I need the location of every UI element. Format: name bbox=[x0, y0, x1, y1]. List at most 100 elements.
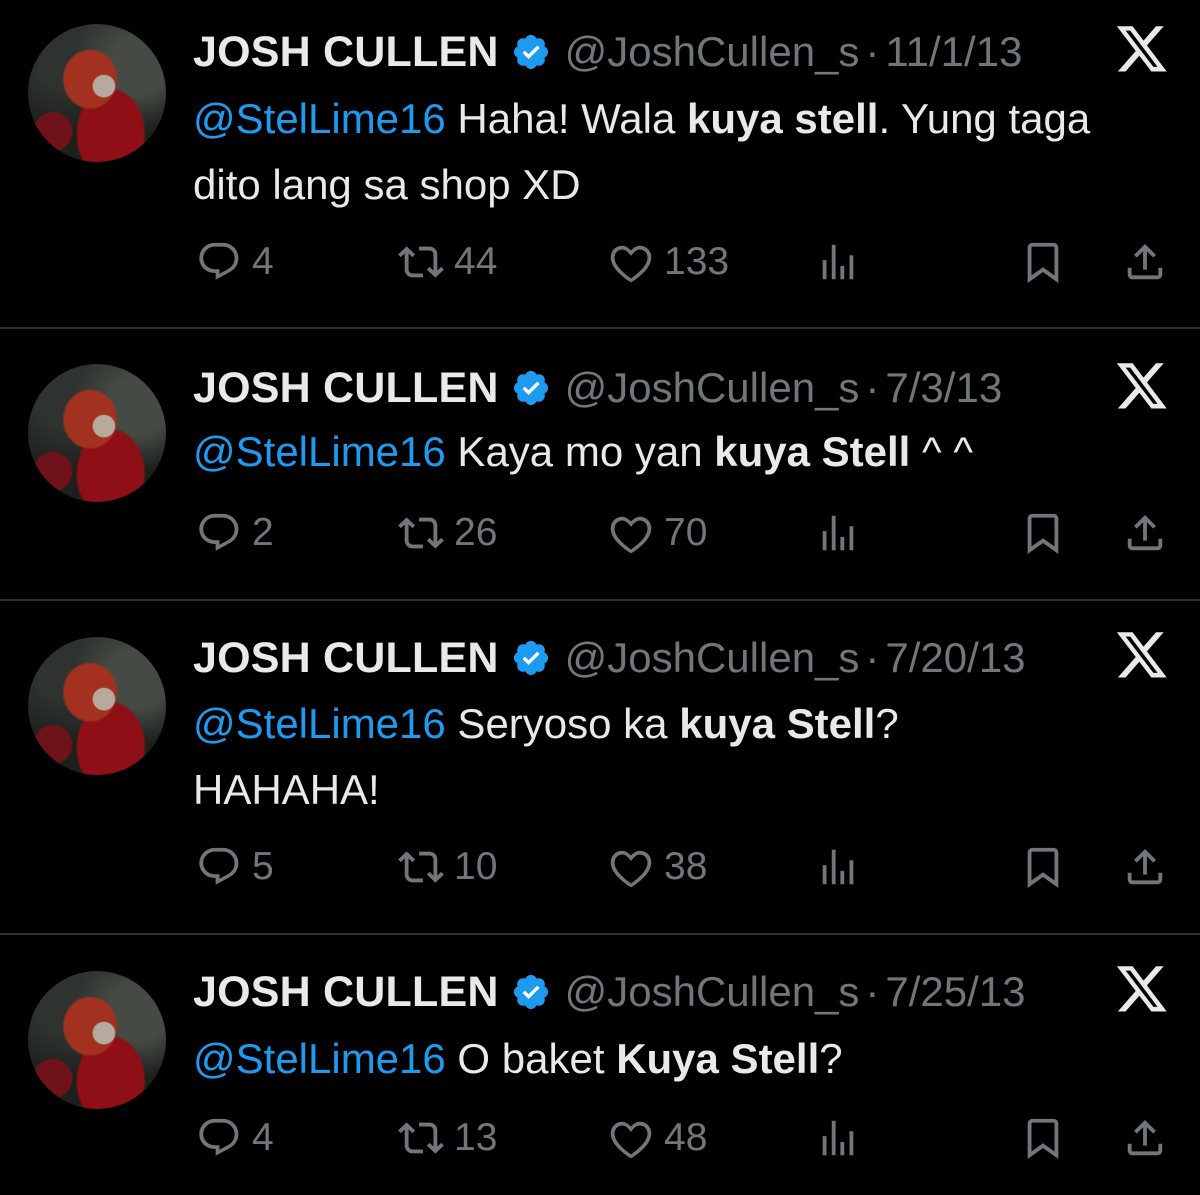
x-logo-icon bbox=[1116, 363, 1167, 409]
tweet-actions: 4 13 48 bbox=[0, 1108, 1200, 1168]
tweet-3[interactable]: JOSH CULLEN @JoshCullen_s · 7/20/13 @Ste… bbox=[0, 601, 1200, 934]
views-button[interactable] bbox=[815, 503, 861, 563]
tweet-text: @StelLime16 Seryoso ka kuya Stell? HAHAH… bbox=[193, 691, 1033, 823]
verified-badge-icon bbox=[513, 370, 548, 406]
tweet-actions: 5 10 38 bbox=[0, 837, 1200, 897]
reply-button[interactable]: 5 bbox=[196, 837, 274, 897]
share-icon bbox=[1127, 1119, 1163, 1156]
tweet-date[interactable]: 7/3/13 bbox=[885, 364, 1002, 412]
mention-link[interactable]: @StelLime16 bbox=[193, 700, 446, 747]
tweet-feed: JOSH CULLEN @JoshCullen_s · 11/1/13 @Ste… bbox=[0, 0, 1200, 1195]
tweet-text-bold: Kuya Stell bbox=[616, 1035, 820, 1082]
x-logo-icon bbox=[1116, 26, 1167, 72]
avatar[interactable] bbox=[28, 24, 166, 162]
separator-dot: · bbox=[865, 28, 880, 75]
views-icon bbox=[822, 1120, 854, 1156]
user-handle[interactable]: @JoshCullen_s bbox=[565, 968, 860, 1016]
tweet-text-part: ? bbox=[819, 1035, 843, 1082]
tweet-date[interactable]: 7/25/13 bbox=[885, 968, 1025, 1016]
retweet-button[interactable]: 10 bbox=[398, 837, 497, 897]
tweet-text: @StelLime16 Haha! Wala kuya stell. Yung … bbox=[193, 86, 1113, 218]
like-count: 48 bbox=[664, 1116, 708, 1159]
separator-dot: · bbox=[865, 364, 880, 411]
verified-badge-icon bbox=[513, 640, 548, 676]
tweet-text-bold: kuya stell bbox=[686, 95, 879, 142]
display-name[interactable]: JOSH CULLEN bbox=[193, 634, 499, 683]
bookmark-button[interactable] bbox=[1020, 232, 1066, 292]
like-icon bbox=[610, 516, 652, 554]
retweet-button[interactable]: 26 bbox=[398, 503, 497, 563]
tweet-actions: 2 26 70 bbox=[0, 503, 1200, 563]
tweet-text-part: Kaya mo yan bbox=[445, 428, 715, 475]
retweet-count: 44 bbox=[454, 240, 498, 283]
share-button[interactable] bbox=[1122, 837, 1168, 897]
like-button[interactable]: 48 bbox=[608, 1108, 707, 1168]
share-icon bbox=[1127, 848, 1163, 885]
tweet-header: JOSH CULLEN @JoshCullen_s · 11/1/13 bbox=[193, 22, 1022, 82]
mention-link[interactable]: @StelLime16 bbox=[193, 95, 446, 142]
share-icon bbox=[1127, 243, 1163, 280]
verified-badge-icon bbox=[513, 34, 548, 70]
bookmark-button[interactable] bbox=[1020, 503, 1066, 563]
retweet-icon bbox=[398, 851, 444, 883]
tweet-text-bold: kuya Stell bbox=[714, 428, 911, 475]
like-button[interactable]: 38 bbox=[608, 837, 707, 897]
bookmark-icon bbox=[1027, 1118, 1059, 1159]
bookmark-button[interactable] bbox=[1020, 1108, 1066, 1168]
display-name[interactable]: JOSH CULLEN bbox=[193, 28, 499, 77]
like-icon bbox=[610, 1121, 652, 1159]
views-button[interactable] bbox=[815, 837, 861, 897]
tweet-1[interactable]: JOSH CULLEN @JoshCullen_s · 11/1/13 @Ste… bbox=[0, 0, 1200, 328]
user-handle[interactable]: @JoshCullen_s bbox=[565, 28, 860, 76]
bookmark-icon bbox=[1027, 242, 1059, 283]
avatar[interactable] bbox=[28, 364, 166, 502]
reply-count: 2 bbox=[252, 511, 274, 554]
share-button[interactable] bbox=[1122, 1108, 1168, 1168]
retweet-button[interactable]: 44 bbox=[398, 232, 497, 292]
tweet-text-part: ^ ^ bbox=[910, 428, 974, 475]
retweet-icon bbox=[398, 517, 444, 549]
separator-dot: · bbox=[865, 634, 880, 681]
reply-count: 4 bbox=[252, 240, 274, 283]
share-button[interactable] bbox=[1122, 503, 1168, 563]
retweet-button[interactable]: 13 bbox=[398, 1108, 497, 1168]
like-button[interactable]: 133 bbox=[608, 232, 729, 292]
display-name[interactable]: JOSH CULLEN bbox=[193, 364, 499, 413]
display-name[interactable]: JOSH CULLEN bbox=[193, 968, 499, 1017]
avatar[interactable] bbox=[28, 637, 166, 775]
mention-link[interactable]: @StelLime16 bbox=[193, 428, 446, 475]
reply-button[interactable]: 2 bbox=[196, 503, 274, 563]
mention-link[interactable]: @StelLime16 bbox=[193, 1035, 446, 1082]
like-count: 38 bbox=[664, 845, 708, 888]
tweet-text-part: O baket bbox=[445, 1035, 617, 1082]
tweet-header: JOSH CULLEN @JoshCullen_s · 7/25/13 bbox=[193, 962, 1026, 1022]
share-button[interactable] bbox=[1122, 232, 1168, 292]
avatar[interactable] bbox=[28, 971, 166, 1109]
tweet-header: JOSH CULLEN @JoshCullen_s · 7/3/13 bbox=[193, 358, 1002, 418]
reply-button[interactable]: 4 bbox=[196, 232, 274, 292]
tweet-actions: 4 44 133 bbox=[0, 232, 1200, 292]
views-button[interactable] bbox=[815, 232, 861, 292]
user-handle[interactable]: @JoshCullen_s bbox=[565, 634, 860, 682]
tweet-date[interactable]: 11/1/13 bbox=[885, 28, 1022, 76]
reply-count: 5 bbox=[252, 845, 274, 888]
bookmark-button[interactable] bbox=[1020, 837, 1066, 897]
verified-badge-icon bbox=[513, 974, 548, 1010]
reply-button[interactable]: 4 bbox=[196, 1108, 274, 1168]
reply-icon bbox=[199, 847, 239, 885]
reply-icon bbox=[199, 513, 239, 551]
views-icon bbox=[822, 244, 854, 280]
tweet-4[interactable]: JOSH CULLEN @JoshCullen_s · 7/25/13 @Ste… bbox=[0, 935, 1200, 1195]
x-logo-icon bbox=[1116, 966, 1167, 1012]
retweet-count: 13 bbox=[454, 1116, 498, 1159]
like-count: 70 bbox=[664, 511, 708, 554]
tweet-date[interactable]: 7/20/13 bbox=[885, 634, 1025, 682]
like-button[interactable]: 70 bbox=[608, 503, 707, 563]
tweet-text-part: Seryoso ka bbox=[445, 700, 680, 747]
views-button[interactable] bbox=[815, 1108, 861, 1168]
retweet-icon bbox=[398, 1122, 444, 1154]
user-handle[interactable]: @JoshCullen_s bbox=[565, 364, 860, 412]
tweet-2[interactable]: JOSH CULLEN @JoshCullen_s · 7/3/13 @Stel… bbox=[0, 329, 1200, 599]
retweet-count: 10 bbox=[454, 845, 498, 888]
tweet-text-part: Haha! Wala bbox=[445, 95, 687, 142]
